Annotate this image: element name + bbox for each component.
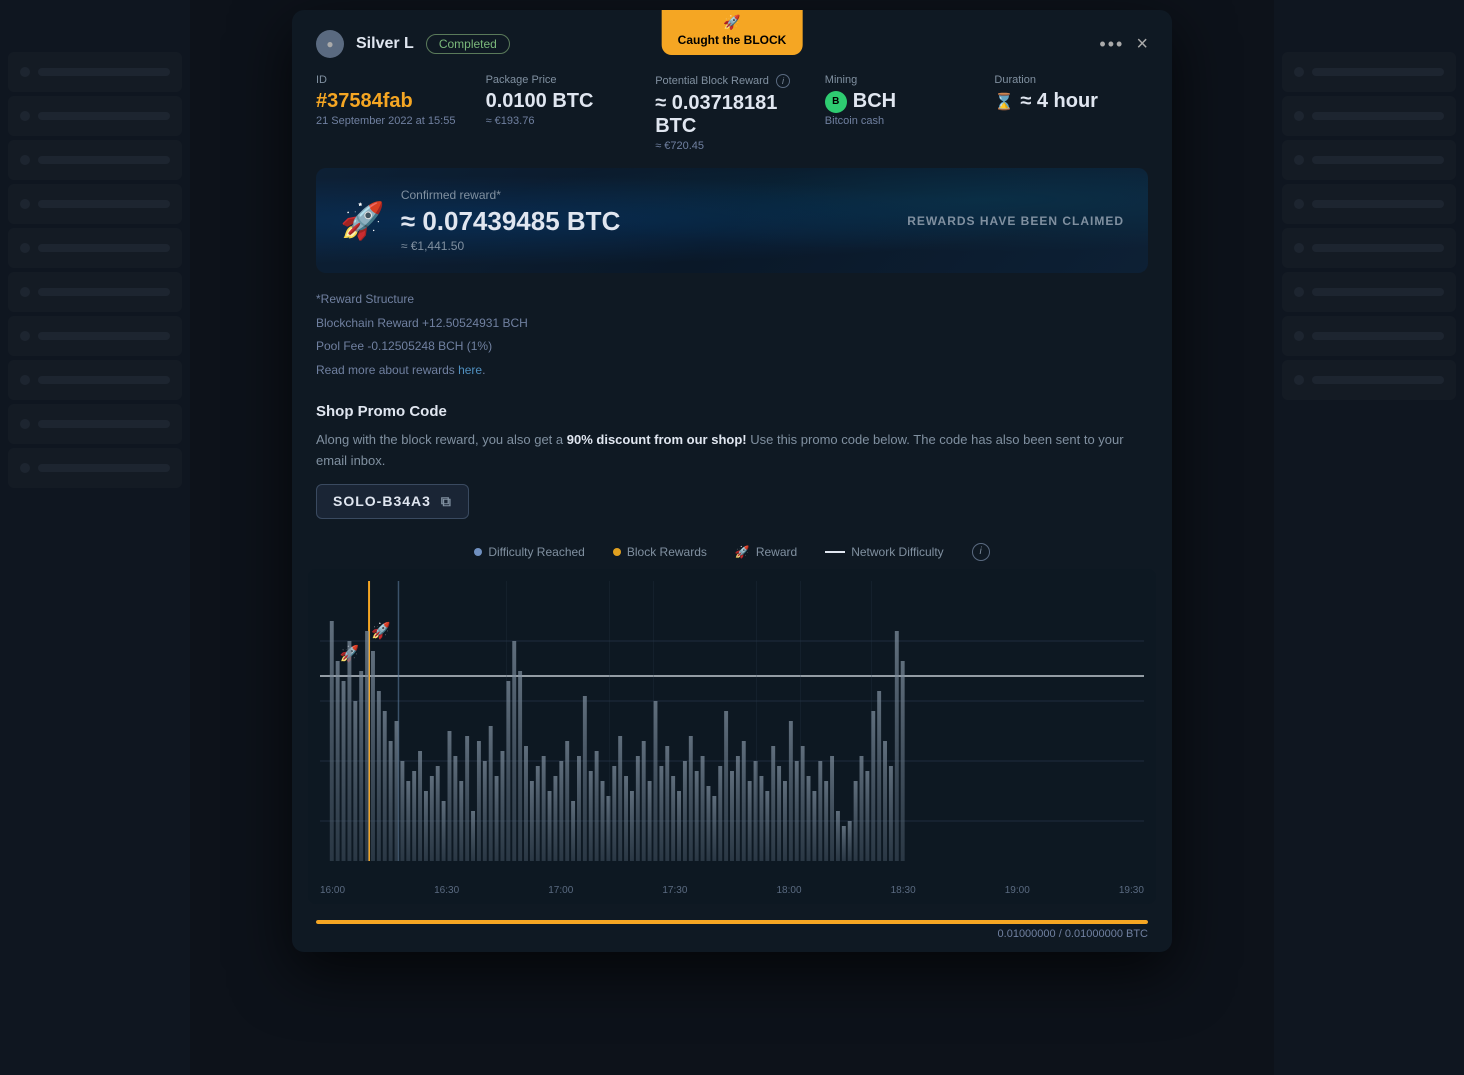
mining-row: B BCH xyxy=(825,90,979,113)
chart-time-labels: 16:00 16:30 17:00 17:30 18:00 18:30 19:0… xyxy=(320,881,1144,904)
promo-code-text: SOLO-B34A3 xyxy=(333,493,431,509)
time-label-6: 19:00 xyxy=(1005,885,1030,896)
time-label-4: 18:00 xyxy=(777,885,802,896)
modal-meta: ID #37584fab 21 September 2022 at 15:55 … xyxy=(292,58,1172,152)
time-label-5: 18:30 xyxy=(891,885,916,896)
progress-bar-fill xyxy=(316,920,1148,924)
rocket-badge-icon: 🚀 xyxy=(678,14,787,31)
reward-info: Confirmed reward* ≈ 0.07439485 BTC ≈ €1,… xyxy=(401,188,621,253)
bch-icon: B xyxy=(825,91,847,113)
time-label-3: 17:30 xyxy=(662,885,687,896)
reward-label: Confirmed reward* xyxy=(401,188,621,202)
promo-section: Shop Promo Code Along with the block rew… xyxy=(292,395,1172,535)
info-icon[interactable]: i xyxy=(776,74,790,88)
pool-fee: Pool Fee -0.12505248 BCH (1%) xyxy=(316,336,1148,358)
network-difficulty-line xyxy=(825,551,845,553)
package-price-eur: ≈ €193.76 xyxy=(486,115,640,127)
block-rewards-label: Block Rewards xyxy=(627,545,707,559)
caught-badge: 🚀 Caught the BLOCK xyxy=(662,10,803,55)
reward-left: 🚀 Confirmed reward* ≈ 0.07439485 BTC ≈ €… xyxy=(340,188,620,253)
id-date: 21 September 2022 at 15:55 xyxy=(316,115,470,127)
progress-section: 0.01000000 / 0.01000000 BTC xyxy=(292,912,1172,952)
duration-label: Duration xyxy=(994,74,1148,86)
reward-label: Reward xyxy=(756,545,797,559)
promo-title: Shop Promo Code xyxy=(316,403,1148,420)
id-label: ID xyxy=(316,74,470,86)
network-difficulty-label: Network Difficulty xyxy=(851,545,943,559)
rocket-marker-2: 🚀 xyxy=(371,621,391,640)
chart-svg-wrapper: 🚀 🚀 xyxy=(320,581,1144,881)
time-label-1: 16:30 xyxy=(434,885,459,896)
user-name: Silver L xyxy=(356,35,414,53)
read-more-text: Read more about rewards here. xyxy=(316,360,1148,382)
difficulty-reached-label: Difficulty Reached xyxy=(488,545,585,559)
promo-desc: Along with the block reward, you also ge… xyxy=(316,430,1148,472)
chart-info-icon[interactable]: i xyxy=(972,543,990,561)
block-rewards-dot xyxy=(613,548,621,556)
reward-eur: ≈ €1,441.50 xyxy=(401,239,621,253)
package-price-value: 0.0100 BTC xyxy=(486,90,640,113)
status-badge: Completed xyxy=(426,34,510,54)
potential-reward-eur: ≈ €720.45 xyxy=(655,140,809,152)
mining-coin: BCH xyxy=(853,90,896,113)
close-button[interactable]: × xyxy=(1136,34,1148,54)
promo-code-box[interactable]: SOLO-B34A3 ⧉ xyxy=(316,484,469,519)
time-label-2: 17:00 xyxy=(548,885,573,896)
modal-actions: ••• × xyxy=(1099,34,1148,55)
duration-value: ⌛ ≈ 4 hour xyxy=(994,90,1148,113)
reward-amount: ≈ 0.07439485 BTC xyxy=(401,206,621,237)
avatar: ● xyxy=(316,30,344,58)
reward-structure-title: *Reward Structure xyxy=(316,289,1148,311)
chart-legend: Difficulty Reached Block Rewards 🚀 Rewar… xyxy=(292,535,1172,569)
chart-svg: 🚀 🚀 xyxy=(320,581,1144,881)
read-more-link[interactable]: here xyxy=(458,363,482,377)
potential-reward-value: ≈ 0.03718181 BTC xyxy=(655,92,809,138)
meta-id: ID #37584fab 21 September 2022 at 15:55 xyxy=(316,74,470,152)
legend-difficulty-reached: Difficulty Reached xyxy=(474,545,585,559)
modal-backdrop[interactable]: 🚀 Caught the BLOCK ● Silver L Completed … xyxy=(0,0,1464,1075)
legend-block-rewards: Block Rewards xyxy=(613,545,707,559)
legend-network-difficulty: Network Difficulty xyxy=(825,545,943,559)
rocket-large-icon: 🚀 xyxy=(340,200,385,242)
copy-icon: ⧉ xyxy=(441,493,452,510)
progress-bar-track xyxy=(316,920,1148,924)
package-price-label: Package Price xyxy=(486,74,640,86)
promo-highlight: 90% discount from our shop! xyxy=(567,432,747,447)
reward-structure: *Reward Structure Blockchain Reward +12.… xyxy=(292,289,1172,395)
reward-banner: 🚀 Confirmed reward* ≈ 0.07439485 BTC ≈ €… xyxy=(316,168,1148,273)
meta-potential-reward: Potential Block Reward i ≈ 0.03718181 BT… xyxy=(655,74,809,152)
meta-package-price: Package Price 0.0100 BTC ≈ €193.76 xyxy=(486,74,640,152)
time-label-0: 16:00 xyxy=(320,885,345,896)
difficulty-reached-dot xyxy=(474,548,482,556)
more-options-button[interactable]: ••• xyxy=(1099,34,1124,55)
reward-rocket-icon: 🚀 xyxy=(735,545,750,559)
progress-label: 0.01000000 / 0.01000000 BTC xyxy=(316,928,1148,940)
hourglass-icon: ⌛ xyxy=(994,92,1014,112)
mining-name: Bitcoin cash xyxy=(825,115,979,127)
chart-container: 🚀 🚀 xyxy=(308,569,1156,904)
time-label-7: 19:30 xyxy=(1119,885,1144,896)
blockchain-reward: Blockchain Reward +12.50524931 BCH xyxy=(316,313,1148,335)
meta-duration: Duration ⌛ ≈ 4 hour xyxy=(994,74,1148,152)
meta-mining: Mining B BCH Bitcoin cash xyxy=(825,74,979,152)
mining-label: Mining xyxy=(825,74,979,86)
modal-container: 🚀 Caught the BLOCK ● Silver L Completed … xyxy=(292,10,1172,952)
reward-claimed: REWARDS HAVE BEEN CLAIMED xyxy=(907,214,1124,228)
id-value: #37584fab xyxy=(316,90,470,113)
potential-reward-label: Potential Block Reward i xyxy=(655,74,809,88)
legend-reward: 🚀 Reward xyxy=(735,545,797,559)
